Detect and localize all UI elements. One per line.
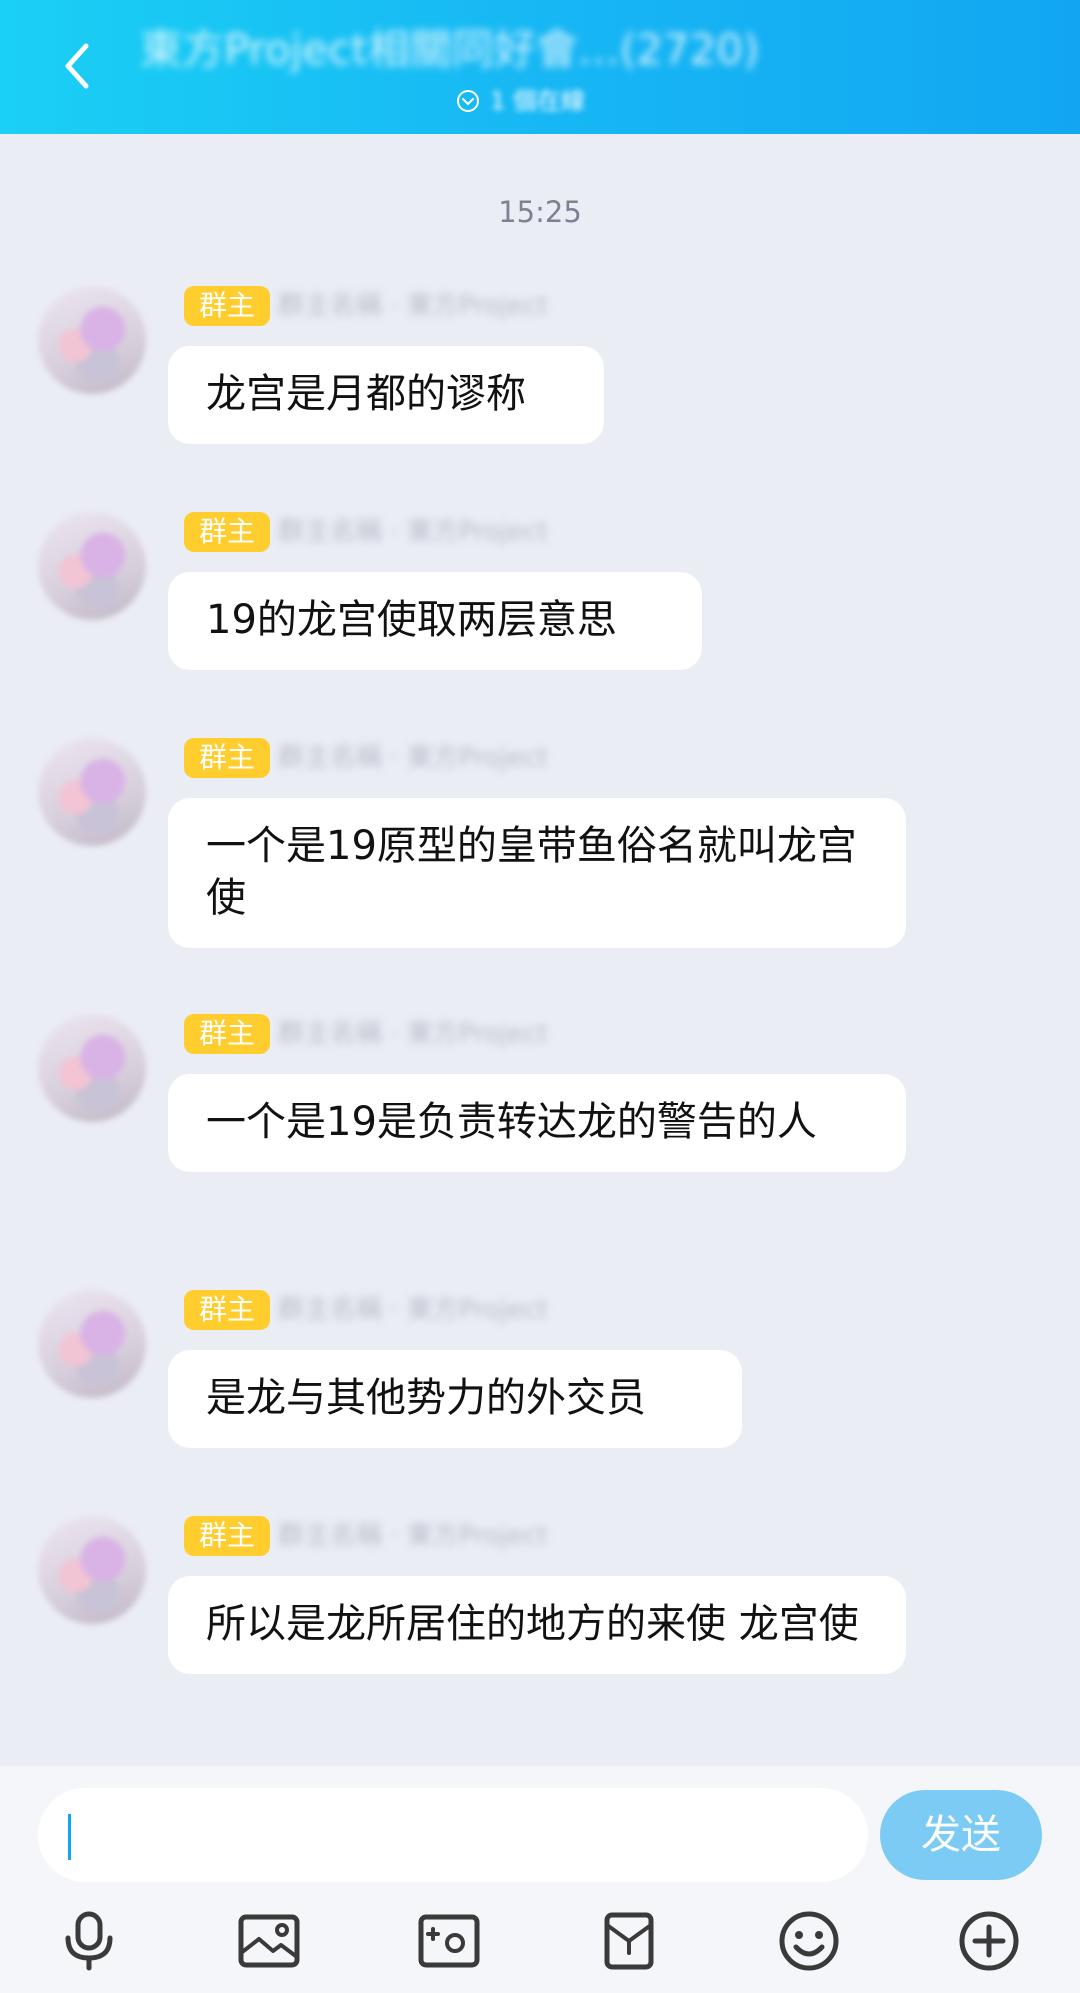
message-timestamp: 15:25 <box>498 195 582 229</box>
camera-icon <box>418 1914 480 1968</box>
red-packet-icon <box>604 1912 654 1970</box>
input-toolbar <box>0 1894 1080 1993</box>
role-badge: 群主 <box>184 738 270 778</box>
role-badge: 群主 <box>184 1516 270 1556</box>
avatar[interactable] <box>38 1516 146 1624</box>
microphone-icon <box>65 1911 113 1971</box>
message-bubble[interactable]: 所以是龙所居住的地方的来使 龙宫使 <box>168 1576 906 1674</box>
role-badge: 群主 <box>184 1014 270 1054</box>
role-badge: 群主 <box>184 512 270 552</box>
send-button[interactable]: 发送 <box>880 1790 1042 1880</box>
role-badge: 群主 <box>184 1290 270 1330</box>
chat-header: 東方Project相關同好會…(2720) 1 個在線 <box>0 0 1080 134</box>
chat-subtitle-row[interactable]: 1 個在線 <box>456 84 585 118</box>
emoji-icon <box>779 1911 839 1971</box>
image-button[interactable] <box>236 1908 302 1974</box>
sender-name[interactable]: 群主名稱 · 東方Project <box>278 1520 598 1552</box>
sender-name[interactable]: 群主名稱 · 東方Project <box>278 290 598 322</box>
avatar[interactable] <box>38 286 146 394</box>
sender-name[interactable]: 群主名稱 · 東方Project <box>278 516 598 548</box>
message-bubble[interactable]: 一个是19是负责转达龙的警告的人 <box>168 1074 906 1172</box>
text-caret <box>68 1814 71 1860</box>
avatar[interactable] <box>38 1014 146 1122</box>
chat-title[interactable]: 東方Project相關同好會…(2720) <box>140 22 780 78</box>
input-area: 发送 <box>0 1766 1080 1993</box>
avatar[interactable] <box>38 1290 146 1398</box>
sender-name[interactable]: 群主名稱 · 東方Project <box>278 1294 598 1326</box>
message-bubble[interactable]: 是龙与其他势力的外交员 <box>168 1350 742 1448</box>
chevron-down-circle-icon <box>457 90 479 112</box>
more-button[interactable] <box>956 1908 1022 1974</box>
message-bubble[interactable]: 一个是19原型的皇带鱼俗名就叫龙宫使 <box>168 798 906 948</box>
message-input[interactable] <box>38 1788 868 1882</box>
message-bubble[interactable]: 19的龙宫使取两层意思 <box>168 572 702 670</box>
chat-subtitle: 1 個在線 <box>490 87 585 115</box>
sender-name[interactable]: 群主名稱 · 東方Project <box>278 1018 598 1050</box>
image-icon <box>238 1914 300 1968</box>
plus-icon <box>959 1911 1019 1971</box>
back-button[interactable] <box>46 36 106 96</box>
avatar[interactable] <box>38 512 146 620</box>
red-packet-button[interactable] <box>596 1908 662 1974</box>
avatar[interactable] <box>38 738 146 846</box>
sender-name[interactable]: 群主名稱 · 東方Project <box>278 742 598 774</box>
voice-button[interactable] <box>56 1908 122 1974</box>
role-badge: 群主 <box>184 286 270 326</box>
message-bubble[interactable]: 龙宫是月都的谬称 <box>168 346 604 444</box>
camera-button[interactable] <box>416 1908 482 1974</box>
chevron-left-icon <box>65 43 89 89</box>
emoji-button[interactable] <box>776 1908 842 1974</box>
